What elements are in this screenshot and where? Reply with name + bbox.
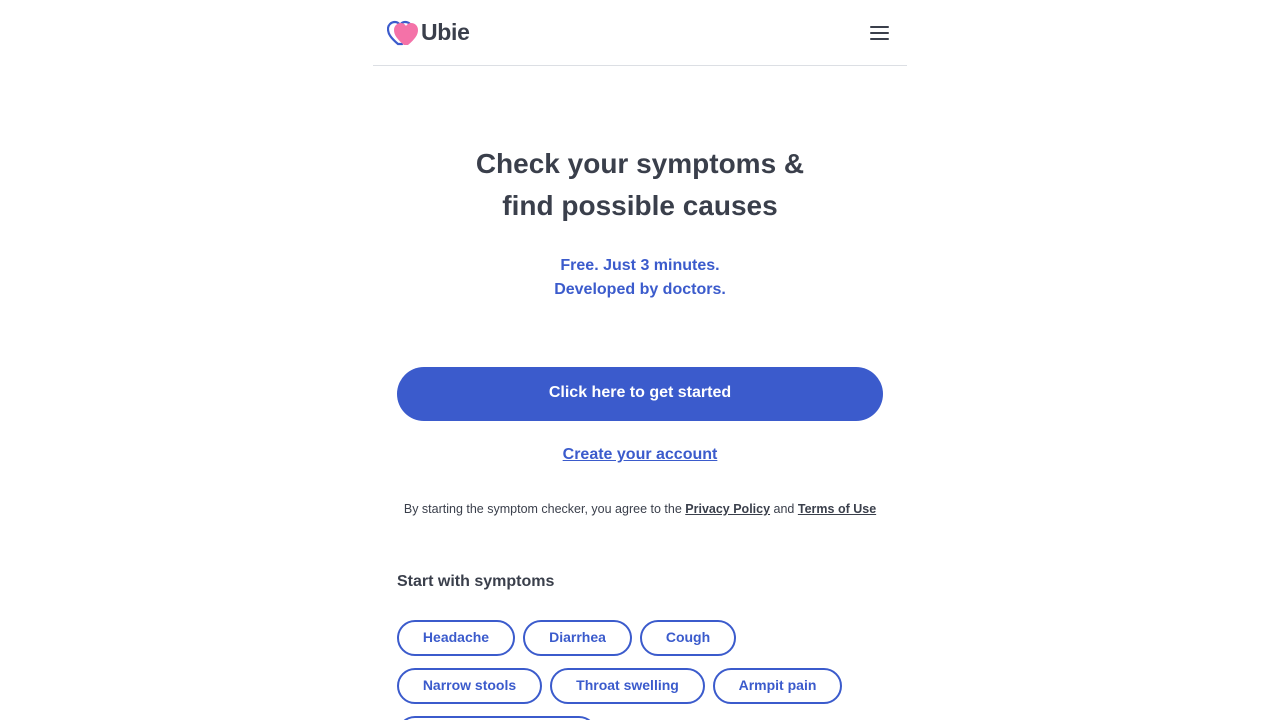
page: Ubie Check your symptoms & find possible…	[373, 0, 907, 720]
legal-and: and	[773, 502, 795, 516]
hero-subtitle: Free. Just 3 minutes. Developed by docto…	[373, 254, 907, 302]
top-bar: Ubie	[373, 0, 907, 66]
privacy-policy-link[interactable]: Privacy Policy	[685, 502, 770, 516]
create-account-link[interactable]: Create your account	[563, 446, 718, 463]
symptom-chip-narrow-stools[interactable]: Narrow stools	[397, 668, 542, 704]
symptom-chip-armpit-pain[interactable]: Armpit pain	[713, 668, 842, 704]
symptoms-section-title: Start with symptoms	[397, 573, 555, 590]
title-line-2: find possible causes	[502, 190, 778, 221]
legal-notice: By starting the symptom checker, you agr…	[397, 499, 883, 519]
brand-logo[interactable]: Ubie	[387, 19, 470, 47]
symptom-chip-partial[interactable]	[397, 716, 597, 720]
terms-of-use-link[interactable]: Terms of Use	[798, 502, 876, 516]
heart-logo-icon	[387, 20, 418, 45]
title-line-1: Check your symptoms &	[475, 148, 805, 179]
hamburger-menu-icon[interactable]	[865, 19, 893, 47]
get-started-button[interactable]: Click here to get started	[397, 367, 883, 421]
subtitle-line-2: Developed by doctors.	[554, 281, 726, 298]
create-account-row: Create your account	[373, 446, 907, 464]
brand-name: Ubie	[421, 19, 470, 45]
page-title: Check your symptoms & find possible caus…	[373, 143, 907, 227]
symptom-chip-throat-swelling[interactable]: Throat swelling	[550, 668, 705, 704]
subtitle-line-1: Free. Just 3 minutes.	[560, 257, 720, 274]
symptom-chip-cough[interactable]: Cough	[640, 620, 736, 656]
symptom-chip-headache[interactable]: Headache	[397, 620, 515, 656]
legal-prefix: By starting the symptom checker, you agr…	[403, 502, 682, 516]
symptom-chip-diarrhea[interactable]: Diarrhea	[523, 620, 632, 656]
